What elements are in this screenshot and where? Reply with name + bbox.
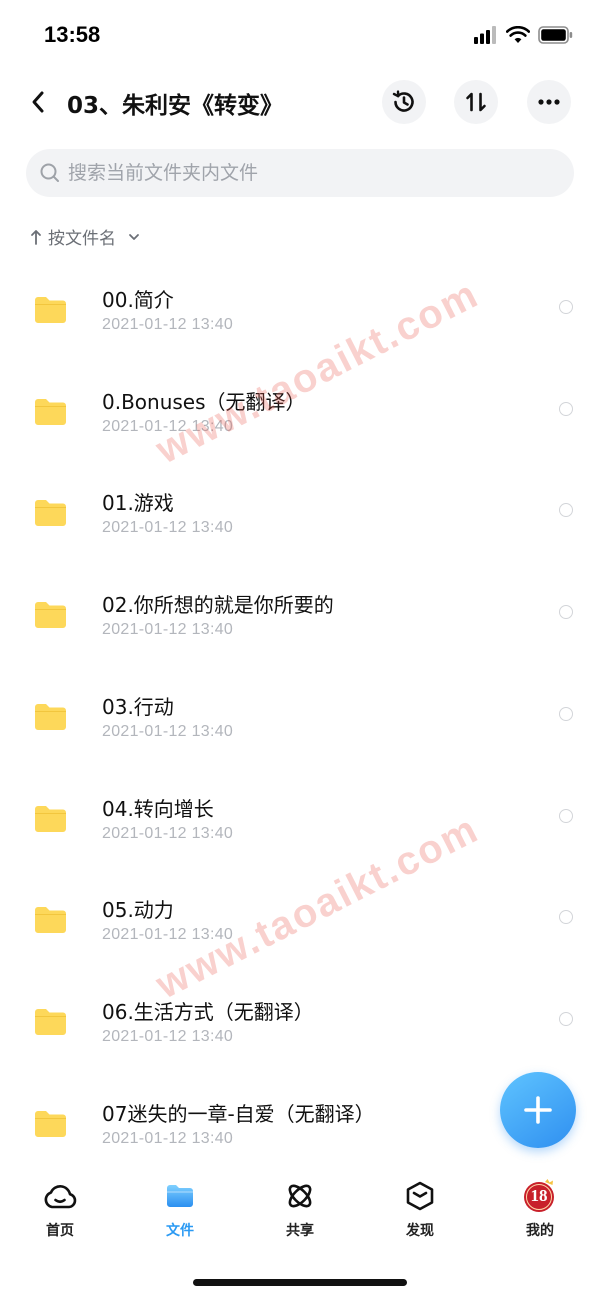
file-date: 2021-01-12 13:40 xyxy=(102,316,234,333)
back-button[interactable] xyxy=(22,84,54,120)
folder-icon xyxy=(35,907,66,934)
tab-me-label: 我的 xyxy=(526,1223,554,1239)
plus-icon xyxy=(524,1096,552,1124)
atom-share-icon xyxy=(282,1178,318,1214)
tab-share-label: 共享 xyxy=(286,1223,314,1239)
file-name: 02.你所想的就是你所要的 xyxy=(102,593,334,618)
more-options-button[interactable] xyxy=(527,80,571,124)
file-date: 2021-01-12 13:40 xyxy=(102,722,234,740)
status-bar: 13:58 xyxy=(0,0,600,70)
select-checkbox[interactable] xyxy=(559,503,573,518)
tab-discover-label: 发现 xyxy=(406,1223,434,1239)
file-name: 05.动力 xyxy=(102,898,174,923)
history-icon xyxy=(392,90,414,112)
history-button[interactable] xyxy=(382,80,426,124)
cellular-signal-icon xyxy=(474,26,496,44)
file-row[interactable]: 02.你所想的就是你所要的 2021-01-12 13:40 xyxy=(0,563,600,663)
folder-icon xyxy=(162,1178,198,1214)
file-date: 2021-01-12 13:40 xyxy=(102,824,234,842)
folder-icon xyxy=(35,602,66,629)
chevron-left-icon xyxy=(32,91,44,113)
page-title: 03、朱利安《转变》 xyxy=(67,93,284,119)
file-date: 2021-01-12 13:40 xyxy=(102,621,234,639)
sort-label: 按文件名 xyxy=(48,229,116,249)
sort-selector[interactable]: 按文件名 xyxy=(30,224,140,249)
select-checkbox[interactable] xyxy=(559,605,573,620)
discover-box-icon xyxy=(402,1178,438,1214)
file-row[interactable]: 06.生活方式（无翻译） 2021-01-12 13:40 xyxy=(0,970,600,1070)
tab-me[interactable]: 18 我的 xyxy=(500,1178,580,1240)
file-date: 2021-01-12 13:40 xyxy=(102,1027,234,1045)
folder-icon xyxy=(35,297,66,323)
file-name: 06.生活方式（无翻译） xyxy=(102,999,314,1024)
search-bar[interactable] xyxy=(26,149,574,197)
select-checkbox[interactable] xyxy=(559,910,573,925)
select-checkbox[interactable] xyxy=(559,401,573,416)
file-row[interactable]: 01.游戏 2021-01-12 13:40 xyxy=(0,461,600,561)
file-name: 04.转向增长 xyxy=(102,796,214,821)
status-time: 13:58 xyxy=(44,22,101,47)
select-checkbox[interactable] xyxy=(559,300,573,314)
folder-icon xyxy=(35,398,66,425)
tab-home[interactable]: 首页 xyxy=(20,1178,100,1240)
select-checkbox[interactable] xyxy=(559,808,573,823)
wifi-icon xyxy=(506,26,530,43)
file-name: 00.简介 xyxy=(102,288,174,312)
tab-discover[interactable]: 发现 xyxy=(380,1178,460,1240)
tab-files[interactable]: 文件 xyxy=(140,1178,220,1240)
select-checkbox[interactable] xyxy=(559,1011,573,1026)
file-name: 03.行动 xyxy=(102,694,174,719)
folder-icon xyxy=(35,1110,66,1137)
file-name: 07迷失的一章-自爱（无翻译） xyxy=(102,1101,375,1126)
chevron-down-icon xyxy=(129,233,139,240)
tab-bar: 首页 文件 共享 发现 18 我的 xyxy=(0,1178,600,1258)
file-row[interactable]: 03.行动 2021-01-12 13:40 xyxy=(0,665,600,765)
search-icon xyxy=(40,163,59,182)
more-dots-icon xyxy=(538,99,560,105)
search-input[interactable] xyxy=(68,162,548,184)
folder-icon xyxy=(35,805,66,832)
sort-order-button[interactable] xyxy=(454,80,498,124)
arrow-up-icon xyxy=(31,229,41,245)
avatar-text: 18 xyxy=(530,1186,548,1205)
folder-icon xyxy=(35,500,66,527)
status-icons xyxy=(474,26,574,44)
select-checkbox[interactable] xyxy=(559,706,573,721)
file-name: 01.游戏 xyxy=(102,491,174,516)
navigation-bar: 03、朱利安《转变》 xyxy=(0,74,600,130)
cloud-home-icon xyxy=(42,1178,78,1214)
file-row[interactable]: 00.简介 2021-01-12 13:40 xyxy=(0,258,600,358)
tab-share[interactable]: 共享 xyxy=(260,1178,340,1240)
tab-files-label: 文件 xyxy=(166,1223,194,1239)
file-date: 2021-01-12 13:40 xyxy=(102,519,234,537)
folder-icon xyxy=(35,1008,66,1035)
file-row[interactable]: 04.转向增长 2021-01-12 13:40 xyxy=(0,767,600,867)
avatar-icon: 18 xyxy=(522,1178,558,1214)
file-date: 2021-01-12 13:40 xyxy=(102,1129,234,1147)
sort-arrows-icon xyxy=(466,92,486,112)
tab-home-label: 首页 xyxy=(46,1223,74,1239)
home-indicator xyxy=(193,1279,407,1286)
add-button[interactable] xyxy=(500,1072,576,1148)
folder-icon xyxy=(35,703,66,730)
battery-icon xyxy=(538,26,573,44)
